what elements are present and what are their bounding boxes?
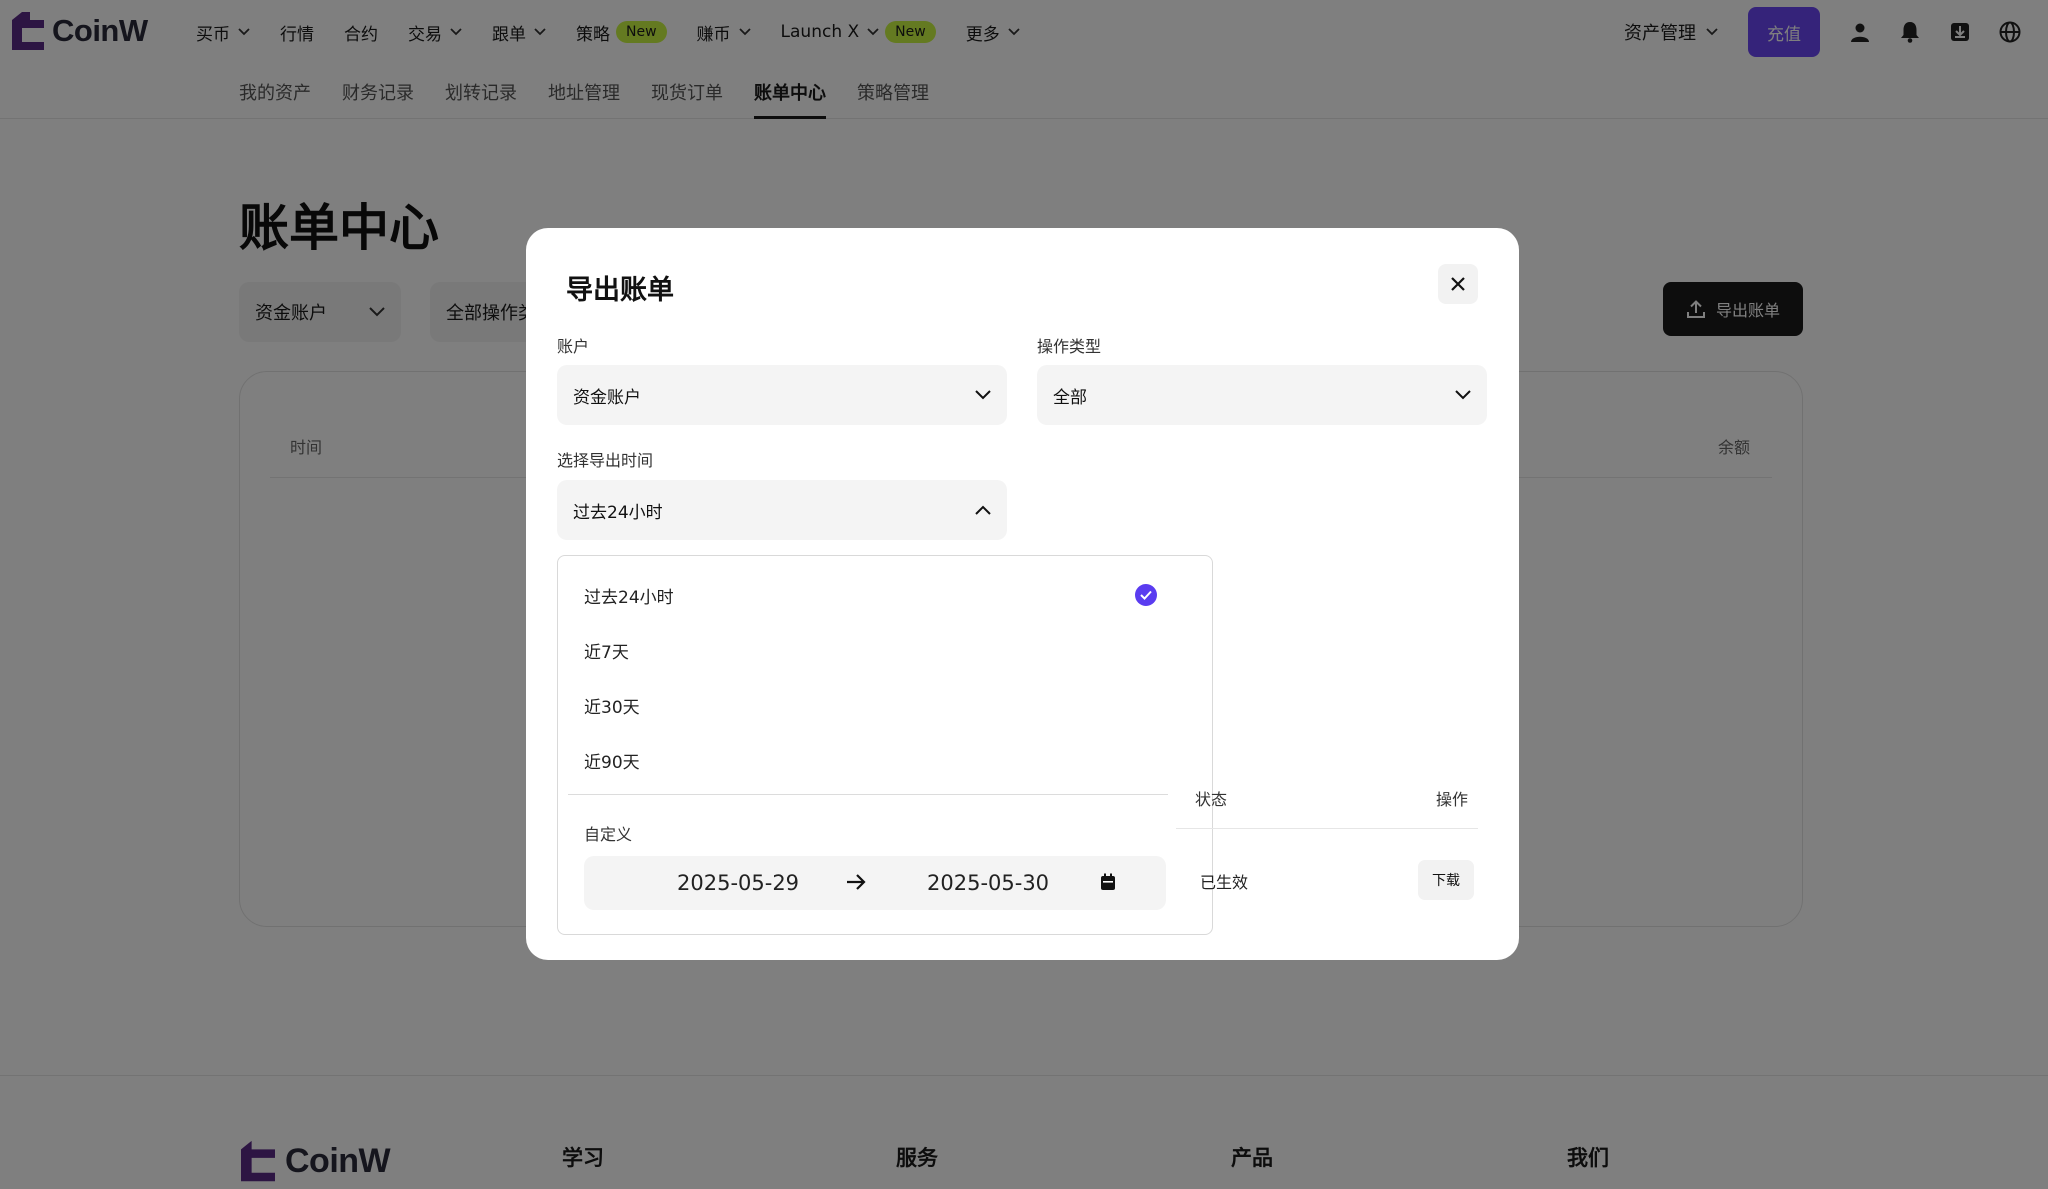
custom-date-range-picker[interactable]: 2025-05-29 2025-05-30 [584, 856, 1166, 910]
column-header-status: 状态 [1195, 790, 1228, 809]
chevron-down-icon [975, 390, 991, 400]
time-option-7d[interactable]: 近7天 [584, 638, 629, 663]
operation-type-label: 操作类型 [1037, 337, 1102, 356]
close-button[interactable] [1438, 264, 1478, 304]
export-time-label: 选择导出时间 [557, 451, 654, 470]
export-time-select[interactable]: 过去24小时 [557, 480, 1007, 540]
column-header-operation: 操作 [1436, 790, 1469, 809]
account-select-value: 资金账户 [573, 387, 641, 408]
dropdown-divider [568, 794, 1168, 795]
status-value: 已生效 [1200, 873, 1249, 892]
download-button[interactable]: 下载 [1418, 860, 1474, 900]
operation-type-select[interactable]: 全部 [1037, 365, 1487, 425]
check-circle-icon [1135, 584, 1157, 606]
modal-title: 导出账单 [566, 275, 674, 306]
export-bill-modal: 导出账单 账户 资金账户 操作类型 全部 选择导出时间 过去24小时 过去24小… [526, 228, 1519, 960]
arrow-right-icon [847, 874, 866, 890]
table-divider [1176, 828, 1478, 829]
export-time-value: 过去24小时 [573, 502, 663, 523]
chevron-up-icon [975, 505, 991, 515]
time-option-30d[interactable]: 近30天 [584, 693, 640, 718]
close-icon [1451, 277, 1465, 291]
start-date[interactable]: 2025-05-29 [677, 871, 799, 895]
account-label: 账户 [557, 337, 590, 356]
operation-type-value: 全部 [1053, 387, 1087, 408]
export-time-dropdown: 过去24小时 近7天 近30天 近90天 自定义 2025-05-29 2025… [557, 555, 1213, 935]
account-select[interactable]: 资金账户 [557, 365, 1007, 425]
calendar-icon[interactable] [1100, 873, 1116, 891]
chevron-down-icon [1455, 390, 1471, 400]
custom-range-label: 自定义 [584, 825, 633, 844]
time-option-90d[interactable]: 近90天 [584, 748, 640, 773]
end-date[interactable]: 2025-05-30 [927, 871, 1049, 895]
time-option-24h[interactable]: 过去24小时 [584, 583, 674, 608]
